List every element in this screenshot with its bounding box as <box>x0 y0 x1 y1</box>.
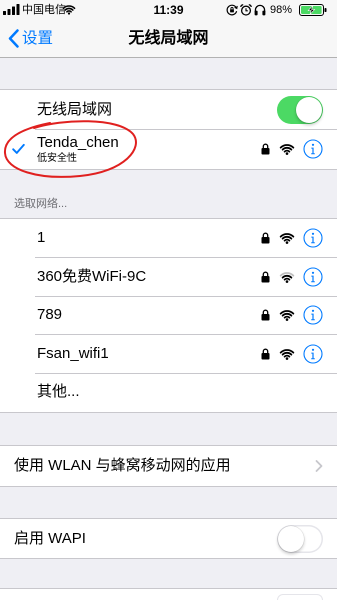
status-bar: 中国电信 11:39 98% <box>0 0 337 20</box>
apps-using-wlan-row[interactable]: 使用 WLAN 与蜂窝移动网的应用 <box>0 446 337 486</box>
apps-using-wlan-label: 使用 WLAN 与蜂窝移动网的应用 <box>14 457 231 474</box>
wlan-section: 无线局域网 Tenda_chen 低安全性 <box>0 89 337 170</box>
wifi-signal-icon <box>279 348 295 360</box>
wlan-toggle-row: 无线局域网 <box>0 90 337 129</box>
navigation-bar: 设置 无线局域网 <box>0 20 337 58</box>
checkmark-icon <box>12 143 25 154</box>
lock-icon <box>261 348 270 360</box>
apps-section: 使用 WLAN 与蜂窝移动网的应用 <box>0 445 337 487</box>
page-title: 无线局域网 <box>128 30 209 47</box>
lock-icon <box>261 271 270 283</box>
wapi-row: 启用 WAPI <box>0 519 337 558</box>
info-icon[interactable] <box>303 139 323 159</box>
network-name: 1 <box>37 229 46 246</box>
available-networks-section: 1 360免费WiFi-9C 789 Fsan_wifi1 其他... <box>0 218 337 413</box>
connected-network-name: Tenda_chen <box>37 134 119 151</box>
network-name: Fsan_wifi1 <box>37 344 109 362</box>
lock-icon <box>261 309 270 321</box>
lock-icon <box>261 143 270 155</box>
headphones-icon <box>254 4 266 16</box>
battery-percent: 98% <box>270 4 293 16</box>
info-icon[interactable] <box>303 228 323 248</box>
security-note: 低安全性 <box>37 153 77 164</box>
wifi-signal-icon <box>279 271 295 283</box>
lock-icon <box>261 232 270 244</box>
rotation-lock-icon <box>226 4 238 16</box>
wlan-label: 无线局域网 <box>37 101 113 118</box>
battery-charging-icon <box>299 4 327 16</box>
toggle-knob <box>296 96 322 123</box>
network-row[interactable]: Fsan_wifi1 <box>0 335 337 374</box>
partial-row <box>0 588 337 600</box>
other-network-row[interactable]: 其他... <box>0 373 337 412</box>
alarm-icon <box>240 4 252 16</box>
connected-network-row[interactable]: Tenda_chen 低安全性 <box>0 129 337 169</box>
choose-network-header: 选取网络... <box>14 198 68 210</box>
wifi-signal-icon <box>279 233 295 245</box>
wlan-toggle[interactable] <box>277 95 323 124</box>
network-row[interactable]: 789 <box>0 296 337 335</box>
chevron-right-icon <box>315 460 323 472</box>
wapi-label: 启用 WAPI <box>14 530 86 547</box>
other-network-label: 其他... <box>37 383 80 400</box>
network-row[interactable]: 1 <box>0 219 337 258</box>
wifi-signal-icon <box>279 310 295 322</box>
wapi-section: 启用 WAPI <box>0 518 337 559</box>
info-icon[interactable] <box>303 267 323 287</box>
wapi-toggle[interactable] <box>277 524 323 553</box>
partial-toggle[interactable] <box>277 594 323 600</box>
network-name: 789 <box>37 306 63 323</box>
network-row[interactable]: 360免费WiFi-9C <box>0 258 337 297</box>
wifi-signal-icon <box>279 144 295 155</box>
info-icon[interactable] <box>303 344 323 364</box>
network-name: 360免费WiFi-9C <box>37 267 147 285</box>
toggle-knob <box>278 525 304 552</box>
info-icon[interactable] <box>303 305 323 325</box>
